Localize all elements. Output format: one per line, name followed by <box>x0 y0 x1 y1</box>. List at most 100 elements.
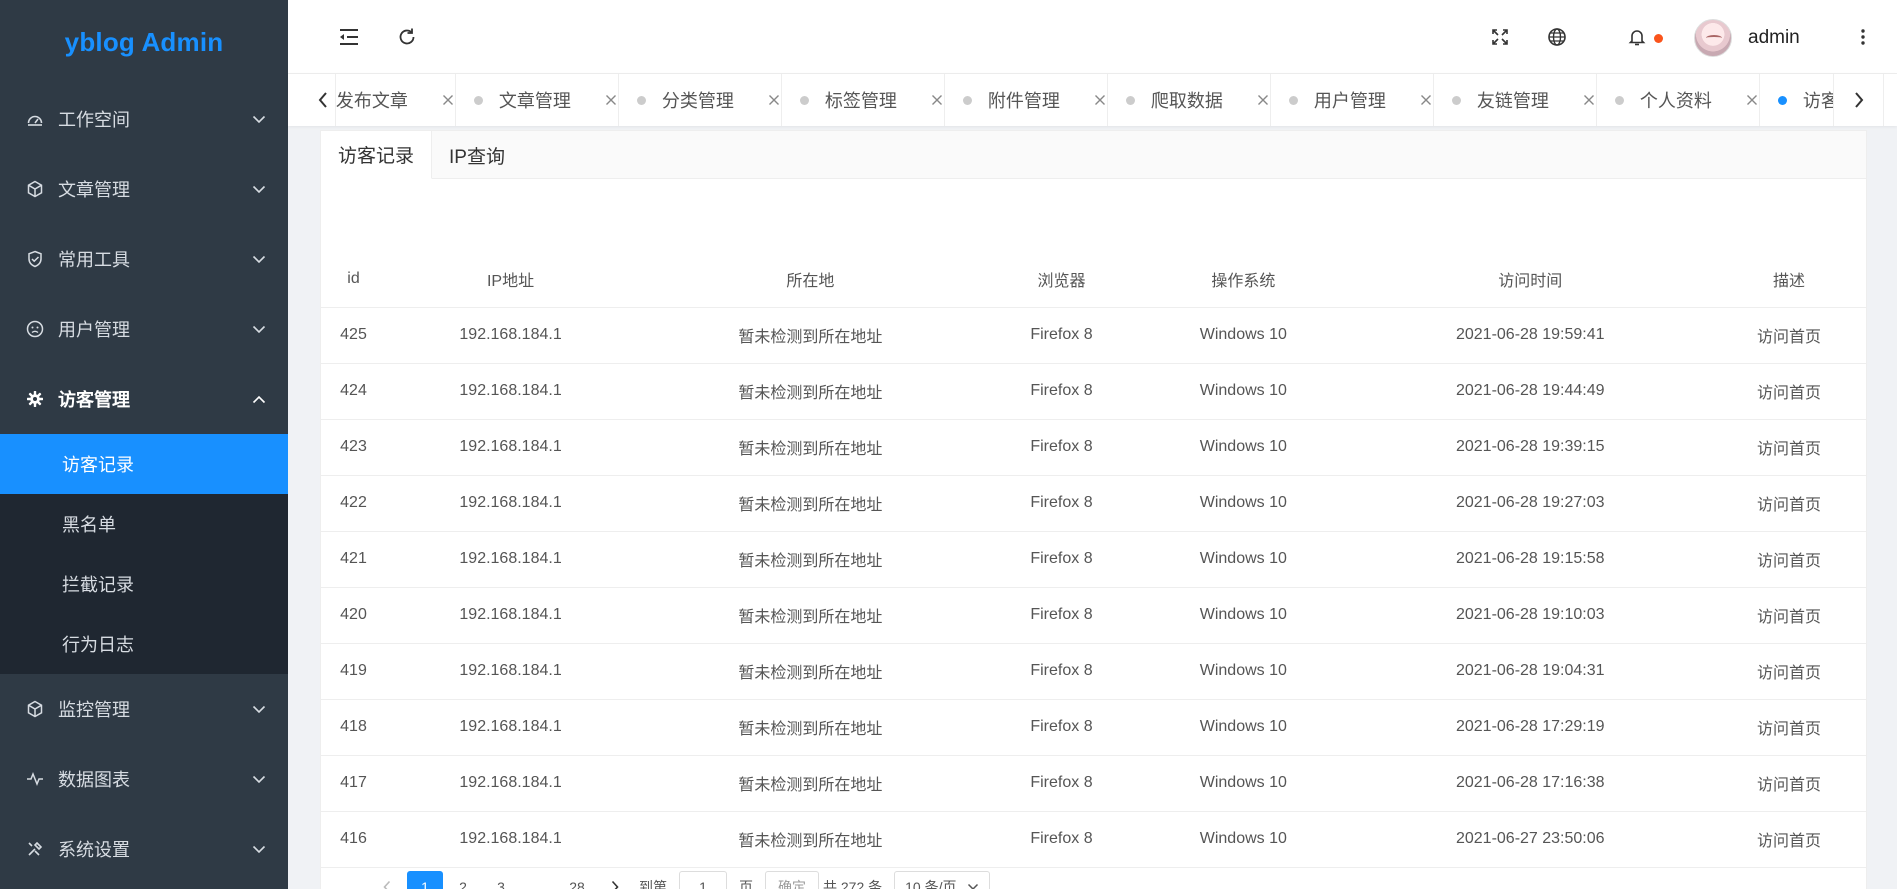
sidebar-subitem[interactable]: 拦截记录 <box>0 554 288 614</box>
table-row[interactable]: 420 192.168.184.1 暂未检测到所在地址 Firefox 8 Window… <box>321 587 1867 644</box>
sidebar-item[interactable]: 工作空间 <box>0 84 288 154</box>
table-cell: 暂未检测到所在地址 <box>635 587 986 644</box>
close-icon[interactable] <box>1582 93 1596 107</box>
page-number[interactable]: 2 <box>445 871 481 889</box>
notification-badge <box>1654 34 1663 43</box>
sidebar-subitem[interactable]: 行为日志 <box>0 614 288 674</box>
table-row[interactable]: 417 192.168.184.1 暂未检测到所在地址 Firefox 8 Window… <box>321 755 1867 812</box>
tab-tag[interactable]: 访客记录 <box>1760 74 1833 126</box>
column-header[interactable]: 访问时间 <box>1349 251 1712 308</box>
column-header[interactable]: IP地址 <box>386 251 636 308</box>
more-vertical-icon[interactable] <box>1850 24 1876 50</box>
column-header[interactable]: 浏览器 <box>985 251 1138 308</box>
tab-tag[interactable]: 附件管理 <box>945 74 1108 126</box>
sidebar-item[interactable]: 用户管理 <box>0 294 288 364</box>
close-icon[interactable] <box>767 93 781 107</box>
close-icon[interactable] <box>1419 93 1433 107</box>
sidebar-subitem[interactable]: 访客记录 <box>0 434 288 494</box>
user-menu[interactable]: admin <box>1694 17 1800 59</box>
table-cell: Firefox 8 <box>985 531 1138 588</box>
tag-dot <box>1615 95 1624 105</box>
close-icon[interactable] <box>1256 93 1270 107</box>
tools-icon <box>24 838 46 860</box>
column-header[interactable]: 操作系统 <box>1137 251 1350 308</box>
table-cell: Windows 10 <box>1137 587 1350 644</box>
tab-tag[interactable]: 发布文章 <box>336 74 456 126</box>
table-cell: 2021-06-28 19:44:49 <box>1349 363 1712 420</box>
table-cell: 425 <box>321 307 386 364</box>
tab-tag[interactable]: 标签管理 <box>782 74 945 126</box>
prev-page-icon[interactable] <box>369 871 405 889</box>
tab-tag[interactable]: 友链管理 <box>1434 74 1597 126</box>
table-cell: Windows 10 <box>1137 811 1350 868</box>
table-cell: Windows 10 <box>1137 419 1350 476</box>
table-row[interactable]: 423 192.168.184.1 暂未检测到所在地址 Firefox 8 Window… <box>321 419 1867 476</box>
menu-fold-icon[interactable] <box>336 24 362 50</box>
column-header[interactable]: 所在地 <box>635 251 986 308</box>
table-cell: 420 <box>321 587 386 644</box>
page-size-select[interactable]: 10 条/页 <box>894 871 990 889</box>
goto-page-input[interactable] <box>679 871 727 889</box>
next-page-icon[interactable] <box>597 871 633 889</box>
page-number[interactable]: 3 <box>483 871 519 889</box>
table-row[interactable]: 424 192.168.184.1 暂未检测到所在地址 Firefox 8 Window… <box>321 363 1867 420</box>
page-number[interactable]: 28 <box>559 871 595 889</box>
close-icon[interactable] <box>1093 93 1107 107</box>
total-count: 共 272 条 <box>823 879 883 889</box>
goto-confirm-button[interactable]: 确定 <box>765 871 819 889</box>
table-row[interactable]: 419 192.168.184.1 暂未检测到所在地址 Firefox 8 Window… <box>321 643 1867 700</box>
sidebar-item-label: 访客管理 <box>58 390 130 410</box>
tags-dropdown-icon[interactable] <box>1883 74 1897 126</box>
tags-scroll-left-icon[interactable] <box>310 74 336 126</box>
sidebar-item[interactable]: 系统设置 <box>0 814 288 884</box>
app-logo[interactable]: yblog Admin <box>0 0 288 84</box>
tab-tag[interactable]: 爬取数据 <box>1108 74 1271 126</box>
sidebar-subitem[interactable]: 黑名单 <box>0 494 288 554</box>
fullscreen-icon[interactable] <box>1487 24 1513 50</box>
table-row[interactable]: 421 192.168.184.1 暂未检测到所在地址 Firefox 8 Window… <box>321 531 1867 588</box>
table-cell: Windows 10 <box>1137 643 1350 700</box>
language-globe-icon[interactable] <box>1544 24 1570 50</box>
sidebar-item[interactable]: 监控管理 <box>0 674 288 744</box>
table-cell: 2021-06-28 19:10:03 <box>1349 587 1712 644</box>
table-row[interactable]: 416 192.168.184.1 暂未检测到所在地址 Firefox 8 Window… <box>321 811 1867 868</box>
table-cell: Firefox 8 <box>985 643 1138 700</box>
tab-tag[interactable]: 分类管理 <box>619 74 782 126</box>
table-row[interactable]: 422 192.168.184.1 暂未检测到所在地址 Firefox 8 Window… <box>321 475 1867 532</box>
tag-label: 附件管理 <box>987 91 1060 111</box>
sidebar-item[interactable]: 数据图表 <box>0 744 288 814</box>
table-cell: Firefox 8 <box>985 587 1138 644</box>
table-cell: 2021-06-28 17:29:19 <box>1349 699 1712 756</box>
table-cell: 2021-06-28 17:16:38 <box>1349 755 1712 812</box>
column-header[interactable]: 描述 <box>1711 251 1867 308</box>
close-icon[interactable] <box>604 93 618 107</box>
tab-tag[interactable]: 文章管理 <box>456 74 619 126</box>
table-cell: 暂未检测到所在地址 <box>635 419 986 476</box>
sidebar-item[interactable]: 访客管理 <box>0 364 288 434</box>
tab-tag[interactable]: 用户管理 <box>1271 74 1434 126</box>
close-icon[interactable] <box>1745 93 1759 107</box>
pulse-icon <box>24 768 46 790</box>
table-row[interactable]: 418 192.168.184.1 暂未检测到所在地址 Firefox 8 Window… <box>321 699 1867 756</box>
sidebar-item[interactable]: 常用工具 <box>0 224 288 294</box>
content-tab[interactable]: IP查询 <box>432 131 522 179</box>
tag-label: 标签管理 <box>824 91 897 111</box>
refresh-icon[interactable] <box>394 24 420 50</box>
table-cell: 访问首页 <box>1711 419 1867 476</box>
column-header[interactable]: id <box>321 251 386 308</box>
page-number[interactable]: 1 <box>407 871 443 889</box>
table-cell: Windows 10 <box>1137 531 1350 588</box>
table-cell: 417 <box>321 755 386 812</box>
table-row[interactable]: 425 192.168.184.1 暂未检测到所在地址 Firefox 8 Window… <box>321 307 1867 364</box>
tags-scroll-right-icon[interactable] <box>1833 74 1883 126</box>
close-icon[interactable] <box>930 93 944 107</box>
content-tab[interactable]: 访客记录 <box>321 131 433 179</box>
page-size-label: 10 条/页 <box>905 879 957 889</box>
table-cell: 422 <box>321 475 386 532</box>
bell-icon[interactable] <box>1624 24 1650 50</box>
table-cell: 192.168.184.1 <box>386 307 636 364</box>
page-number[interactable]: ... <box>521 871 557 889</box>
sidebar-item[interactable]: 文章管理 <box>0 154 288 224</box>
close-icon[interactable] <box>441 93 455 107</box>
tab-tag[interactable]: 个人资料 <box>1597 74 1760 126</box>
